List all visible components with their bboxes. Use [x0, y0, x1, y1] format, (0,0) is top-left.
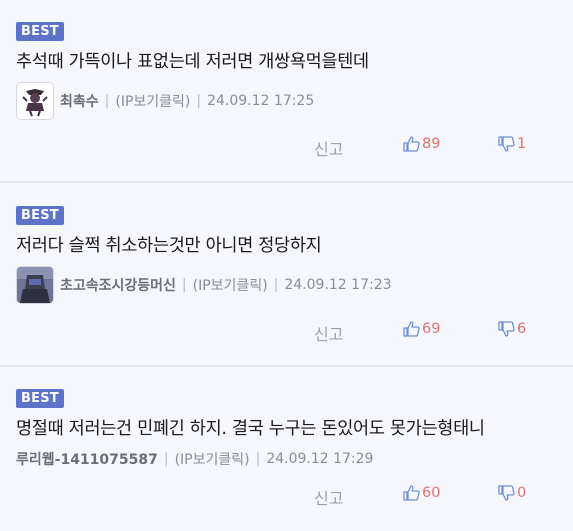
- best-badge: BEST: [16, 206, 64, 225]
- like-count: 69: [422, 321, 441, 337]
- best-badge: BEST: [16, 22, 64, 41]
- report-button[interactable]: 신고: [314, 321, 343, 345]
- comment-item: BEST 추석때 가뜩이나 표없는데 저러면 개쌍욕먹을텐데 최촉수 | (IP…: [0, 0, 573, 183]
- thumbs-down-icon: [498, 485, 515, 501]
- like-count: 60: [422, 485, 441, 501]
- like-button[interactable]: 69: [403, 321, 440, 337]
- nickname[interactable]: 최촉수: [60, 91, 99, 111]
- meta-divider: |: [104, 93, 110, 109]
- comment-date: 24.09.12 17:29: [266, 451, 374, 467]
- comment-meta: 초고속조시강등머신 | (IP보기클릭) | 24.09.12 17:23: [16, 266, 392, 304]
- comment-text: 저러다 슬쩍 취소하는것만 아니면 정당하지: [16, 236, 322, 256]
- dislike-count: 1: [517, 136, 527, 152]
- meta-divider: |: [273, 277, 279, 293]
- comment-item: BEST 명절때 저러는건 민폐긴 하지. 결국 누구는 돈있어도 못가는형태니…: [0, 367, 573, 531]
- comment-meta: 루리웹-1411075587 | (IP보기클릭) | 24.09.12 17:…: [16, 449, 373, 469]
- avatar-character-icon: [17, 267, 53, 303]
- like-count: 89: [422, 136, 441, 152]
- thumbs-down-icon: [498, 321, 515, 337]
- thumbs-up-icon: [403, 136, 420, 152]
- like-button[interactable]: 60: [403, 485, 440, 501]
- avatar[interactable]: [16, 266, 54, 304]
- comment-date: 24.09.12 17:25: [207, 93, 315, 109]
- dislike-button[interactable]: 0: [498, 485, 526, 501]
- thumbs-up-icon: [403, 485, 420, 501]
- comment-meta: 최촉수 | (IP보기클릭) | 24.09.12 17:25: [16, 82, 314, 120]
- ip-view-link[interactable]: (IP보기클릭): [115, 91, 190, 111]
- avatar-character-icon: [22, 89, 48, 117]
- dislike-count: 0: [517, 485, 527, 501]
- thumbs-up-icon: [403, 321, 420, 337]
- meta-divider: |: [163, 451, 169, 467]
- best-badge: BEST: [16, 389, 64, 408]
- ip-view-link[interactable]: (IP보기클릭): [175, 449, 250, 469]
- dislike-button[interactable]: 1: [498, 136, 526, 152]
- comment-text: 추석때 가뜩이나 표없는데 저러면 개쌍욕먹을텐데: [16, 52, 369, 72]
- avatar[interactable]: [16, 82, 54, 120]
- comment-item: BEST 저러다 슬쩍 취소하는것만 아니면 정당하지 초고속조시강등머신 | …: [0, 183, 573, 367]
- report-button[interactable]: 신고: [314, 485, 343, 509]
- ip-view-link[interactable]: (IP보기클릭): [193, 275, 268, 295]
- meta-divider: |: [196, 93, 202, 109]
- thumbs-down-icon: [498, 136, 515, 152]
- dislike-button[interactable]: 6: [498, 321, 526, 337]
- dislike-count: 6: [517, 321, 527, 337]
- comment-text: 명절때 저러는건 민폐긴 하지. 결국 누구는 돈있어도 못가는형태니: [16, 419, 485, 439]
- meta-divider: |: [255, 451, 261, 467]
- like-button[interactable]: 89: [403, 136, 440, 152]
- nickname[interactable]: 루리웹-1411075587: [16, 449, 158, 469]
- meta-divider: |: [181, 277, 187, 293]
- nickname[interactable]: 초고속조시강등머신: [60, 275, 176, 295]
- comment-date: 24.09.12 17:23: [284, 277, 392, 293]
- report-button[interactable]: 신고: [314, 136, 343, 160]
